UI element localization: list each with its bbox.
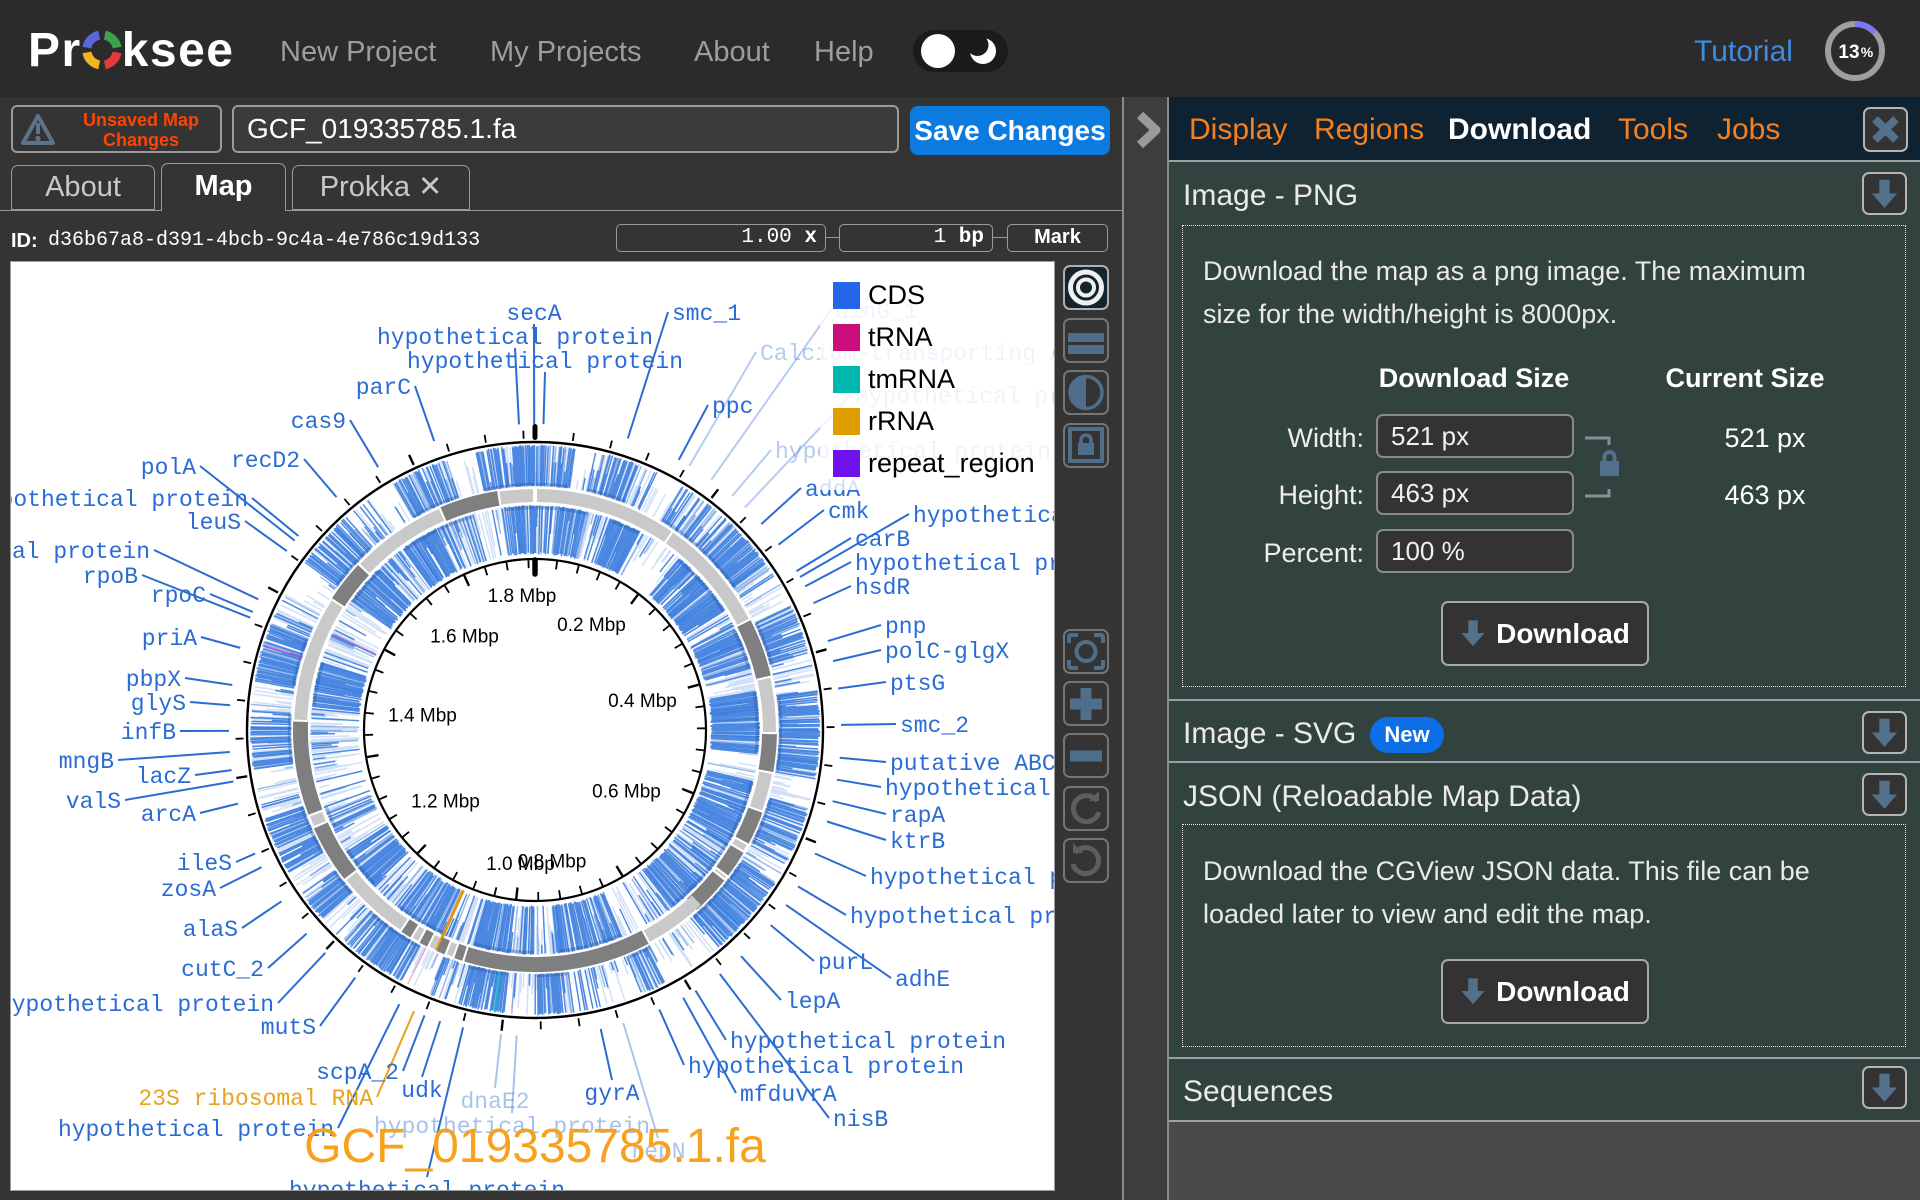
svg-text:1.4 Mbp: 1.4 Mbp [388,706,457,727]
svg-text:rapA: rapA [890,803,945,829]
svg-text:hypothetical protein: hypothetical protein [850,904,1054,930]
svg-text:mutS: mutS [261,1015,316,1041]
svg-text:0.6 Mbp: 0.6 Mbp [592,782,661,803]
svg-text:dnaE2: dnaE2 [460,1089,529,1115]
svg-text:recD2: recD2 [231,448,300,474]
svg-text:priA: priA [142,626,197,652]
svg-text:lepA: lepA [785,989,840,1015]
svg-text:pbpX: pbpX [126,667,181,693]
svg-text:%: % [1861,44,1874,60]
svg-text:cas9: cas9 [291,409,346,435]
svg-text:1.8 Mbp: 1.8 Mbp [488,586,557,607]
svg-text:hypothetical protein: hypothetical protein [688,1054,964,1080]
svg-text:carB: carB [855,527,910,553]
svg-text:lacZ: lacZ [136,764,191,790]
svg-text:23S ribosomal RNA: 23S ribosomal RNA [138,1086,373,1112]
svg-text:secA: secA [506,301,561,327]
svg-text:adhE: adhE [895,967,950,993]
svg-text:hypothetical protein: hypothetical protein [11,539,150,565]
svg-text:tRNA: tRNA [868,322,933,352]
svg-text:hypothetical protein: hypothetical protein [913,503,1054,529]
svg-text:rRNA: rRNA [868,406,934,436]
svg-text:parC: parC [356,375,411,401]
svg-text:GCF_019335785.1.fa: GCF_019335785.1.fa [304,1120,766,1173]
svg-text:glyS: glyS [131,691,186,717]
svg-text:hypothetical protein: hypothetical protein [11,992,274,1018]
svg-text:rpoC: rpoC [151,583,206,609]
svg-text:ileS: ileS [177,851,232,877]
svg-text:hypothetical protein: hypothetical protein [407,349,683,375]
svg-text:ppc: ppc [712,394,753,420]
svg-text:1.6 Mbp: 1.6 Mbp [430,627,499,648]
svg-text:purL: purL [818,950,873,976]
svg-text:hypothetical protein: hypothetical protein [377,325,653,351]
svg-text:scpA_2: scpA_2 [316,1060,399,1086]
svg-text:ptsG: ptsG [890,671,945,697]
svg-text:infB: infB [121,720,176,746]
svg-text:smc_2: smc_2 [900,713,969,739]
svg-text:polA: polA [141,455,196,481]
svg-text:smc_1: smc_1 [672,301,741,327]
svg-text:zosA: zosA [161,877,216,903]
svg-text:0.4 Mbp: 0.4 Mbp [608,691,677,712]
svg-text:hypothetical protein: hypothetical protein [870,865,1054,891]
svg-text:polC-glgX: polC-glgX [885,639,1009,665]
svg-text:udk: udk [401,1078,442,1104]
svg-text:rpoB: rpoB [83,564,138,590]
svg-text:13: 13 [1838,42,1859,63]
svg-text:nisB: nisB [833,1107,888,1133]
svg-text:0.2 Mbp: 0.2 Mbp [557,615,626,636]
svg-text:hypothetical protein: hypothetical protein [730,1029,1006,1055]
svg-text:hypothetical protein: hypothetical protein [885,776,1054,802]
svg-text:gyrA: gyrA [584,1081,639,1107]
svg-text:leuS: leuS [186,510,241,536]
svg-text:valS: valS [66,789,121,815]
svg-text:mfduvrA: mfduvrA [740,1082,837,1108]
svg-text:tmRNA: tmRNA [868,364,955,394]
svg-text:CDS: CDS [868,280,925,310]
svg-text:1.2 Mbp: 1.2 Mbp [411,792,480,813]
svg-text:hsdR: hsdR [855,575,910,601]
svg-text:mngB: mngB [59,749,114,775]
svg-text:repeat_region: repeat_region [868,448,1035,478]
svg-text:arcA: arcA [141,802,196,828]
svg-text:hypothetical protein: hypothetical protein [289,1178,565,1190]
svg-text:1.0 Mbp: 1.0 Mbp [486,854,555,875]
svg-text:hypothetical protein: hypothetical protein [58,1117,334,1143]
svg-text:hypothetical protein: hypothetical protein [855,551,1054,577]
svg-text:pnp: pnp [885,614,926,640]
svg-text:putative ABC transporter: putative ABC transporter [890,751,1054,777]
svg-text:cmk: cmk [828,499,869,525]
svg-text:ktrB: ktrB [890,829,945,855]
svg-text:cutC_2: cutC_2 [181,957,264,983]
svg-text:alaS: alaS [183,917,238,943]
